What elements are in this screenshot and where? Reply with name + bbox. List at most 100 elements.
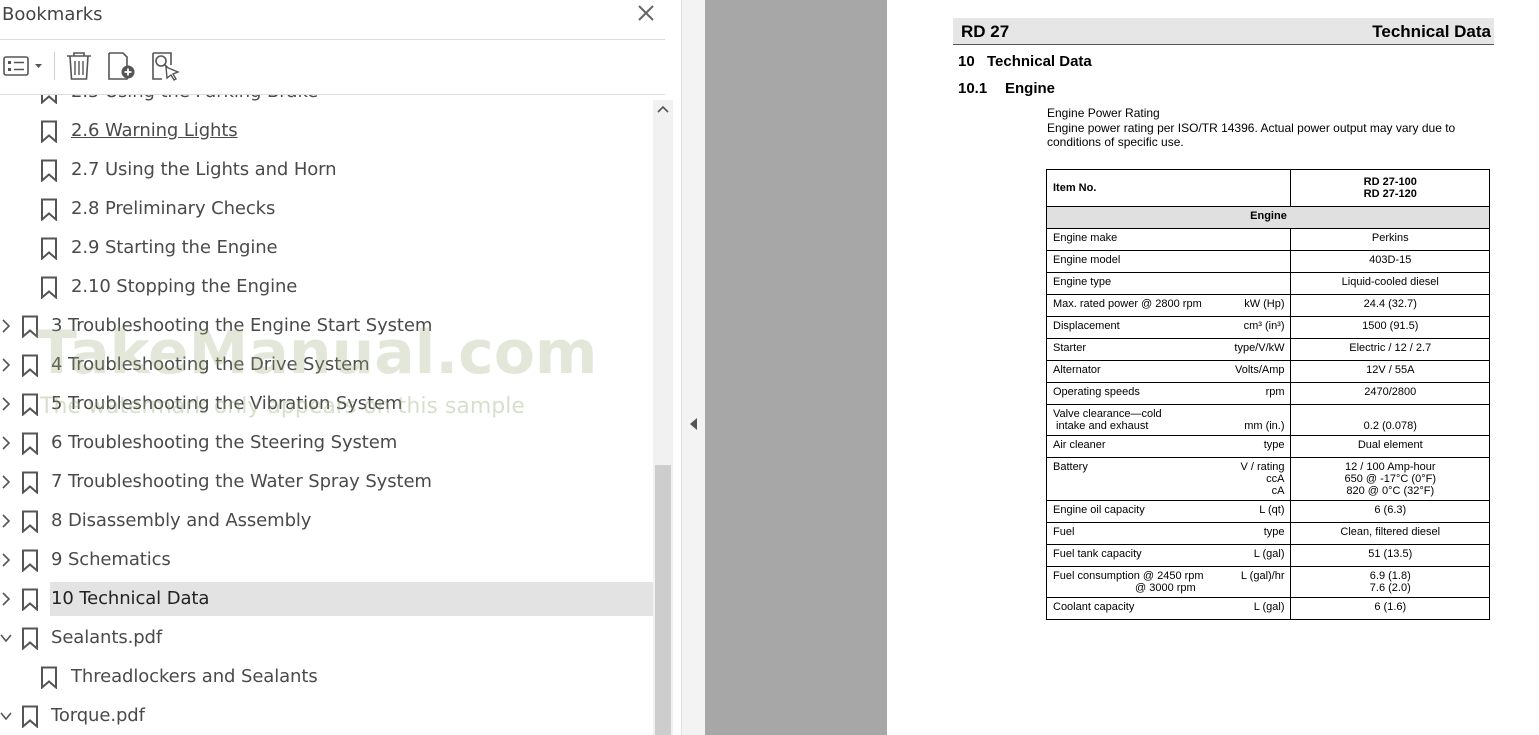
options-menu-button[interactable] [2,50,46,82]
table-row: Max. rated power @ 2800 rpm kW (Hp) 24.4 (… [1046,294,1491,317]
chevron-down-icon[interactable] [0,708,12,724]
table-row: Engine type Liquid-cooled diesel [1046,272,1491,295]
panel-title: Bookmarks [2,4,103,25]
bookmark-label: Sealants.pdf [51,627,163,648]
chevron-right-icon[interactable] [0,357,12,373]
scroll-thumb[interactable] [655,465,671,735]
bookmark-icon [40,159,58,183]
table-row: Fuel tank capacity L (gal) 51 (13.5) [1046,544,1491,567]
bookmark-item[interactable]: Threadlockers and Sealants [0,660,653,699]
header-rule [953,44,1494,45]
table-row: Displacement cm³ (in³) 1500 (91.5) [1046,316,1491,339]
table-row: Engine make Perkins [1046,228,1491,251]
bookmark-item[interactable]: 6 Troubleshooting the Steering System [0,426,653,465]
table-row: Operating speeds rpm 2470/2800 [1046,382,1491,405]
chevron-right-icon[interactable] [0,552,12,568]
heading-engine: 10.1 Engine [958,80,1056,97]
table-row: Battery V / rating ccA cA 12 / 100 Amp-hour 6… [1046,457,1491,501]
bookmark-item[interactable]: 5 Troubleshooting the Vibration System [0,387,653,426]
bookmark-item[interactable]: 2.6 Warning Lights [0,114,653,153]
bookmark-item[interactable]: 2.5 Using the Parking Brake [0,95,653,114]
scroll-up-icon[interactable] [657,104,669,114]
table-row: Valve clearance—cold intake and exhaust m… [1046,404,1491,436]
bookmark-item[interactable]: 8 Disassembly and Assembly [0,504,653,543]
bookmark-item[interactable]: 2.9 Starting the Engine [0,231,653,270]
chevron-right-icon[interactable] [0,513,12,529]
chevron-right-icon[interactable] [0,474,12,490]
title-divider [0,39,665,40]
bookmark-item[interactable]: Sealants.pdf [0,621,653,660]
bookmark-label: Torque.pdf [51,705,145,726]
page-header: RD 27 Technical Data [953,18,1494,44]
bookmark-item[interactable]: 10 Technical Data [0,582,653,621]
list-options-icon [3,56,42,76]
chevron-down-icon[interactable] [0,630,12,646]
bookmark-item[interactable]: 2.10 Stopping the Engine [0,270,653,309]
trash-icon [67,52,91,80]
chevron-right-icon[interactable] [0,318,12,334]
bookmark-icon [40,95,58,105]
model-name: RD 27 [961,22,1010,41]
new-bookmark-button[interactable] [105,50,139,82]
bookmark-icon [21,393,39,417]
bookmark-icon [21,549,39,573]
bookmark-icon [21,432,39,456]
heading-technical-data: 10 Technical Data [958,53,1092,70]
bookmark-item[interactable]: 2.7 Using the Lights and Horn [0,153,653,192]
close-panel-button[interactable] [634,1,658,25]
engine-power-rating-text: Engine Power Rating Engine power rating … [1047,106,1487,150]
bookmark-icon [40,276,58,300]
bookmark-icon [21,471,39,495]
bookmark-icon [21,510,39,534]
bookmark-label: 2.6 Warning Lights [71,120,238,141]
bookmark-icon [21,705,39,729]
bookmark-label: 7 Troubleshooting the Water Spray System [51,471,432,492]
table-row: Engine oil capacity L (qt) 6 (6.3) [1046,500,1491,523]
table-header-row: Item No. RD 27-100 RD 27-120 [1046,169,1491,207]
intro-body: Engine power rating per ISO/TR 14396. Ac… [1047,120,1456,150]
bookmark-label: 5 Troubleshooting the Vibration System [51,393,403,414]
bookmark-label: 6 Troubleshooting the Steering System [51,432,398,453]
document-background [705,0,887,735]
table-group-row: Engine [1046,206,1490,229]
intro-title: Engine Power Rating [1047,106,1160,120]
bookmark-tree[interactable]: 2.5 Using the Parking Brake 2.6 Warning L… [0,95,653,735]
bookmark-label: 2.9 Starting the Engine [71,237,278,258]
document-page: RD 27 Technical Data 10 Technical Data 10… [887,0,1539,735]
bookmark-label: 10 Technical Data [51,588,210,609]
toolbar-separator [54,52,55,80]
bookmark-icon [40,237,58,261]
bookmark-label: 2.10 Stopping the Engine [71,276,298,297]
delete-bookmark-button[interactable] [64,50,94,82]
table-row: Fuel consumption @ 2450 rpm L (gal)/hr @ 3… [1046,566,1491,598]
bookmark-item[interactable]: 2.8 Preliminary Checks [0,192,653,231]
bookmark-icon [40,666,58,690]
engine-spec-table: Item No. RD 27-100 RD 27-120 Engine Engine m… [1046,169,1491,620]
bookmark-label: Threadlockers and Sealants [71,666,318,687]
add-bookmark-icon [108,52,135,80]
bookmark-item[interactable]: 3 Troubleshooting the Engine Start Syste… [0,309,653,348]
bookmark-icon [21,588,39,612]
table-row: Starter type/V/kW Electric / 12 / 2.7 [1046,338,1491,361]
table-row: Coolant capacity L (gal) 6 (1.6) [1046,597,1491,620]
bookmarks-toolbar [0,44,665,88]
collapse-panel-icon[interactable] [688,417,698,431]
bookmark-icon [40,120,58,144]
bookmark-icon [21,315,39,339]
bookmark-label: 4 Troubleshooting the Drive System [51,354,370,375]
chevron-right-icon[interactable] [0,591,12,607]
find-bookmark-button[interactable] [150,50,182,82]
chevron-right-icon[interactable] [0,435,12,451]
header-section-title: Technical Data [1372,22,1491,41]
bookmark-label: 2.7 Using the Lights and Horn [71,159,337,180]
bookmark-label: 8 Disassembly and Assembly [51,510,312,531]
chevron-right-icon[interactable] [0,396,12,412]
bookmark-icon [21,627,39,651]
bookmark-label: 2.8 Preliminary Checks [71,198,276,219]
bookmark-item[interactable]: 4 Troubleshooting the Drive System [0,348,653,387]
panel-splitter[interactable] [681,0,705,735]
vertical-scrollbar[interactable] [653,100,673,735]
bookmark-item[interactable]: 7 Troubleshooting the Water Spray System [0,465,653,504]
bookmark-item[interactable]: Torque.pdf [0,699,653,735]
bookmark-item[interactable]: 9 Schematics [0,543,653,582]
